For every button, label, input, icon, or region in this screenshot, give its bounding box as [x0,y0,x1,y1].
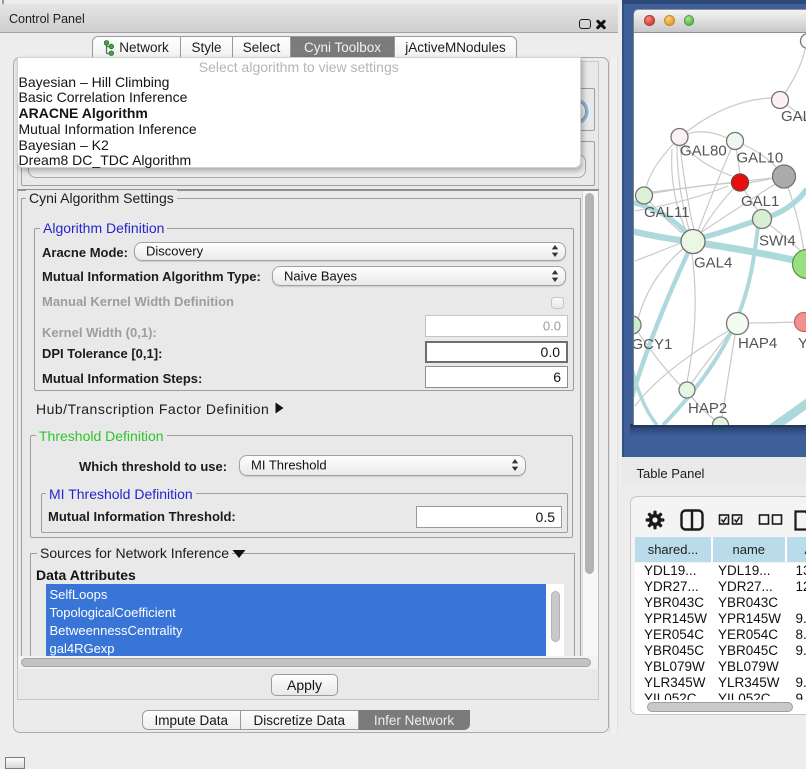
svg-text:GCY1: GCY1 [634,336,672,353]
svg-text:HAP2: HAP2 [688,400,727,417]
svg-text:GAL11: GAL11 [644,204,690,221]
svg-text:YBR: YBR [798,335,806,352]
svg-text:GAL80: GAL80 [680,142,727,159]
svg-text:HAP4: HAP4 [738,335,777,352]
svg-text:GAL2: GAL2 [781,108,806,125]
svg-text:GAL10: GAL10 [737,149,784,166]
svg-text:SWI4: SWI4 [759,232,796,249]
svg-text:GAL4: GAL4 [694,254,732,271]
svg-text:GAL1: GAL1 [741,193,779,210]
